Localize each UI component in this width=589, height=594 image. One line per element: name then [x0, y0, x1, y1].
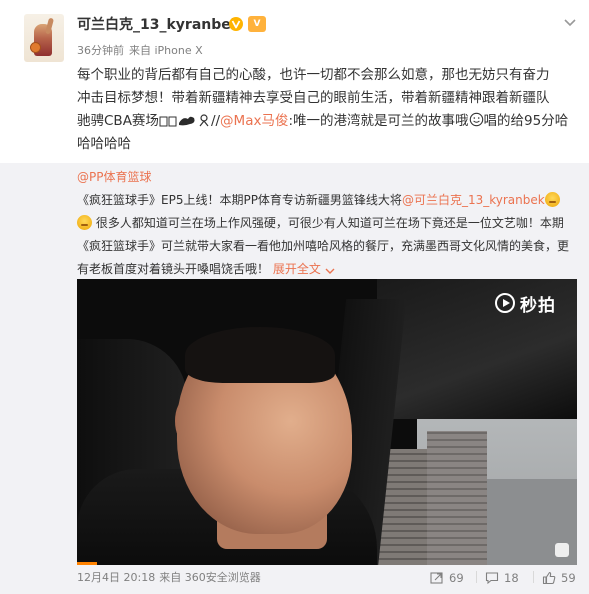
chevron-down-icon[interactable] — [560, 12, 580, 32]
repost-text: @PP体育篮球 《疯狂篮球手》EP5上线！本期PP体育专访新疆男篮锋线大将@可兰… — [77, 166, 577, 281]
grin-emoji-icon — [77, 215, 92, 230]
repost-text-segment: 很多人都知道可兰在场上作风强硬，可很少有人知道可兰在场下竟还是一位文艺咖！本期 — [95, 216, 564, 230]
fullscreen-icon[interactable] — [555, 543, 569, 557]
post-content: 每个职业的背后都有自己的心酸，也许一切都不会那么如意，那也无妨只有奋力 冲击目标… — [77, 64, 577, 156]
post-text-line: 每个职业的背后都有自己的心酸，也许一切都不会那么如意，那也无妨只有奋力 — [77, 67, 550, 83]
repost-line: 《疯狂篮球手》EP5上线！本期PP体育专访新疆男篮锋线大将@可兰白克_13_ky… — [77, 189, 577, 212]
repost-meta: 12月4日 20:18 来自 360安全浏览器 — [77, 569, 265, 585]
post-time[interactable]: 36分钟前 — [77, 44, 124, 57]
post-text-segment: 唱的给95分哈 — [483, 113, 569, 129]
repost-source: 来自 360安全浏览器 — [159, 571, 261, 584]
video-brand-logo: 秒拍 — [495, 291, 556, 316]
muscle-icon — [199, 114, 209, 127]
like-button[interactable]: 59 — [542, 568, 576, 588]
flexed-arm-icon — [178, 116, 195, 126]
repost-footer: 12月4日 20:18 来自 360安全浏览器 69 18 59 — [0, 566, 589, 594]
comment-button[interactable]: 18 — [485, 568, 519, 588]
repost-separator: // — [210, 113, 221, 129]
repost-text-segment: 有老板首度对着镜头开嗓唱饶舌哦！ — [77, 262, 270, 276]
video-building — [427, 431, 487, 565]
expand-full-text-link[interactable]: 展开全文 — [269, 262, 335, 276]
post-text-segment: :唯一的港湾就是可兰的故事哦 — [288, 113, 469, 129]
repost-line: 《疯狂篮球手》可兰就带大家看一看他加州嘻哈风格的餐厅，充满墨西哥文化风情的美食，… — [77, 239, 570, 253]
chevron-down-icon — [325, 268, 335, 274]
repost-line: 有老板首度对着镜头开嗓唱饶舌哦！ 展开全文 — [77, 258, 577, 281]
grin-emoji-icon — [544, 192, 560, 207]
repost-author-link[interactable]: @PP体育篮球 — [77, 170, 151, 184]
avatar[interactable] — [24, 14, 64, 62]
post-text-line: 驰骋CBA赛场 //@Max马俊:唯一的港湾就是可兰的故事哦 唱的给95分哈 — [77, 110, 577, 133]
smile-face-icon — [469, 112, 483, 127]
repost-card: @PP体育篮球 《疯狂篮球手》EP5上线！本期PP体育专访新疆男篮锋线大将@可兰… — [0, 163, 589, 594]
repost-mention-link[interactable]: @可兰白克_13_kyranbek — [402, 193, 545, 207]
repost-line: @PP体育篮球 — [77, 166, 577, 189]
post-source: 来自 iPhone X — [129, 44, 203, 57]
placeholder-box-icon — [159, 116, 177, 127]
video-player[interactable]: 秒拍 — [77, 279, 577, 565]
like-count: 59 — [561, 571, 576, 585]
play-disc-icon — [495, 293, 515, 313]
verified-badge-icon — [229, 17, 243, 31]
post-text-segment: 驰骋CBA赛场 — [77, 113, 159, 129]
vip-badge[interactable]: V — [248, 16, 266, 32]
video-brand-name: 秒拍 — [520, 295, 556, 316]
divider — [476, 571, 477, 583]
avatar-basketball — [30, 42, 41, 53]
expand-label: 展开全文 — [272, 262, 321, 276]
mention-link[interactable]: @Max马俊 — [220, 113, 288, 129]
repost-button[interactable]: 69 — [430, 568, 464, 588]
repost-text-segment: 《疯狂篮球手》EP5上线！本期PP体育专访新疆男篮锋线大将 — [77, 193, 402, 207]
video-progress-bar[interactable] — [77, 562, 97, 565]
vip-badge-label: V — [253, 19, 261, 29]
weibo-post: 可兰白克_13_kyranbek V 36分钟前 来自 iPhone X 每个职业… — [0, 0, 589, 594]
repost-time[interactable]: 12月4日 20:18 — [77, 571, 155, 584]
comment-icon — [485, 572, 499, 585]
post-meta: 36分钟前 来自 iPhone X — [77, 42, 208, 58]
username[interactable]: 可兰白克_13_kyranbek — [77, 14, 240, 34]
repost-line: 很多人都知道可兰在场上作风强硬，可很少有人知道可兰在场下竟还是一位文艺咖！本期 — [77, 212, 577, 235]
post-text-line: 哈哈哈哈 — [77, 136, 131, 152]
thumbs-up-icon — [542, 571, 556, 585]
repost-count: 69 — [449, 571, 464, 585]
post-text-line: 冲击目标梦想！带着新疆精神去享受自己的眼前生活，带着新疆精神跟着新疆队 — [77, 90, 550, 106]
divider — [533, 571, 534, 583]
comment-count: 18 — [504, 571, 519, 585]
share-icon — [430, 572, 443, 584]
video-hair — [185, 327, 335, 383]
